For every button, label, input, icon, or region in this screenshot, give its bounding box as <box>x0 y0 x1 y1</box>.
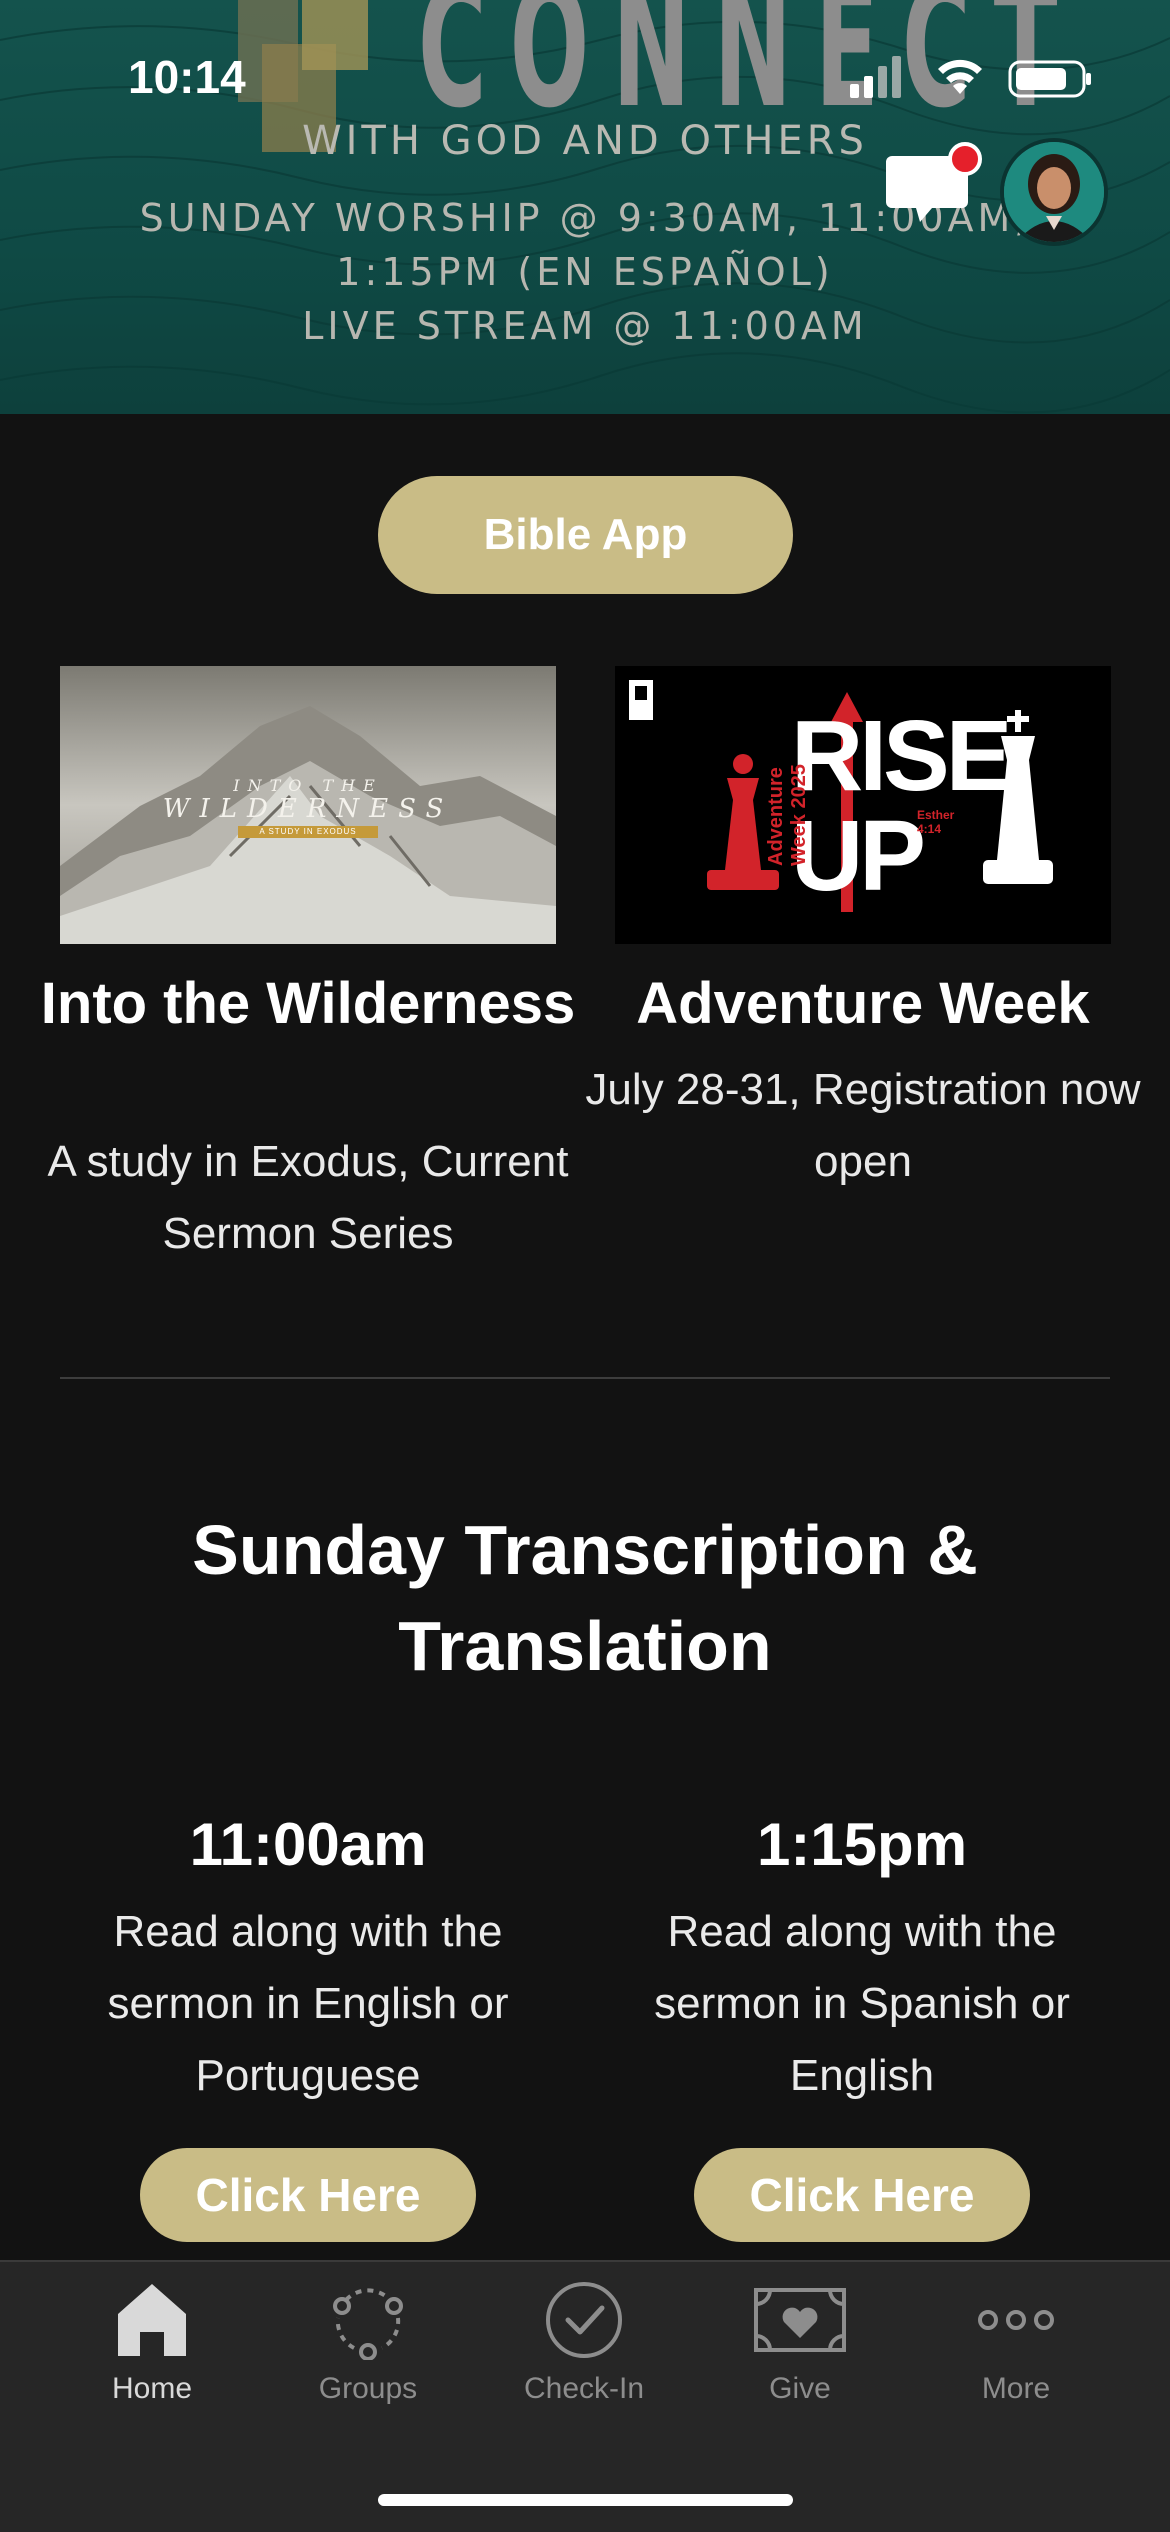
tab-groups[interactable]: Groups <box>278 2280 458 2430</box>
groups-icon <box>333 2288 403 2360</box>
logo-mark-icon <box>629 680 653 720</box>
bible-app-button[interactable]: Bible App <box>378 476 793 594</box>
tab-give[interactable]: Give <box>710 2280 890 2430</box>
cellular-signal-icon <box>850 56 901 98</box>
transcription-115-button[interactable]: Click Here <box>694 2148 1030 2242</box>
tab-give-label: Give <box>769 2372 831 2405</box>
transcription-1100-button[interactable]: Click Here <box>140 2148 476 2242</box>
home-indicator[interactable] <box>378 2494 793 2506</box>
rise-up-art-ref: Esther 4:14 <box>917 808 955 836</box>
tab-groups-label: Groups <box>318 2372 418 2405</box>
more-icon <box>978 2310 1054 2330</box>
banner-schedule-line3: LIVE STREAM @ 11:00AM <box>302 304 868 348</box>
series-art-line2: WILDERNESS <box>162 794 454 824</box>
adventure-week-image[interactable]: RISE UP Adventure Week 2025 Esther 4:14 <box>615 666 1111 944</box>
series-art-line1: INTO THE <box>233 776 383 795</box>
service-time-115: 1:15pm <box>756 1811 968 1878</box>
tab-check-in[interactable]: Check-In <box>494 2280 674 2430</box>
person-photo-icon <box>1004 142 1104 242</box>
profile-avatar[interactable] <box>1000 138 1108 246</box>
status-icons <box>850 56 1091 98</box>
bottom-tab-bar: Home Groups Check-In Give More <box>0 2260 1170 2532</box>
service-time-1100: 11:00am <box>189 1811 427 1878</box>
sermon-series-description: A study in Exodus, Current Sermon Series <box>47 1137 569 1258</box>
check-in-icon <box>546 2282 622 2358</box>
status-time: 10:14 <box>128 51 246 103</box>
banner-subline: WITH GOD AND OTHERS <box>302 118 868 164</box>
sermon-series-image[interactable]: INTO THE WILDERNESS A STUDY IN EXODUS <box>60 666 556 944</box>
transcription-section-title: Sunday Transcription & Translation <box>192 1511 978 1685</box>
banner-schedule-line1: SUNDAY WORSHIP @ 9:30AM, 11:00AM, <box>139 196 1031 240</box>
service-description-1100: Read along with the sermon in English or… <box>107 1907 509 2100</box>
rise-up-art-text: RISE UP <box>791 700 1012 912</box>
wifi-icon <box>938 59 982 94</box>
tab-more-label: More <box>981 2372 1051 2405</box>
give-icon <box>754 2288 846 2352</box>
banner-schedule-line2: 1:15PM (EN ESPAÑOL) <box>336 250 834 294</box>
tab-home-label: Home <box>111 2372 193 2405</box>
section-divider <box>60 1377 1110 1379</box>
adventure-week-title[interactable]: Adventure Week <box>583 968 1143 1040</box>
rise-up-art-side: Adventure Week 2025 <box>765 764 810 866</box>
tab-home[interactable]: Home <box>62 2280 242 2430</box>
adventure-week-description: July 28-31, Registration now open <box>585 1065 1141 1186</box>
tab-check-in-label: Check-In <box>523 2372 645 2405</box>
battery-icon <box>1008 60 1091 98</box>
notification-badge <box>948 142 982 176</box>
home-icon <box>118 2284 186 2356</box>
sermon-series-title[interactable]: Into the Wilderness <box>28 968 588 1040</box>
series-art-line3: A STUDY IN EXODUS <box>238 826 378 838</box>
service-description-115: Read along with the sermon in Spanish or… <box>654 1907 1070 2100</box>
tab-more[interactable]: More <box>926 2280 1106 2430</box>
